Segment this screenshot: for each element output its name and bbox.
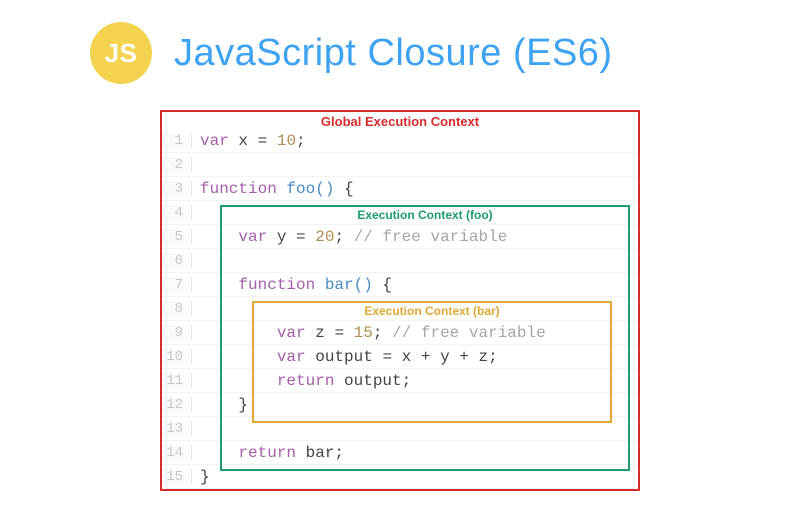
code-line: 15 } (162, 465, 638, 489)
code-line: 3 function foo() { (162, 177, 638, 201)
parens: () (315, 180, 334, 198)
line-number: 10 (162, 349, 192, 365)
brace: { (334, 180, 353, 198)
line-number: 2 (162, 157, 192, 173)
line-number: 9 (162, 325, 192, 341)
brace: } (200, 468, 210, 486)
line-number: 6 (162, 253, 192, 269)
keyword-var: var (277, 324, 306, 342)
identifier: z (315, 324, 325, 342)
code-line: 5 var y = 20; // free variable (162, 225, 638, 249)
js-badge-icon: JS (90, 22, 152, 84)
keyword-var: var (238, 228, 267, 246)
brace: { (373, 276, 392, 294)
code-line: 4 (162, 201, 638, 225)
line-number: 4 (162, 205, 192, 221)
code-line: 13 (162, 417, 638, 441)
line-number: 12 (162, 397, 192, 413)
brace: } (238, 396, 248, 414)
line-number: 5 (162, 229, 192, 245)
function-name: foo (277, 180, 315, 198)
code-line: 8 (162, 297, 638, 321)
code-line: 10 var output = x + y + z; (162, 345, 638, 369)
line-number: 8 (162, 301, 192, 317)
semicolon: ; (488, 348, 498, 366)
line-number: 7 (162, 277, 192, 293)
expression: x + y + z (402, 348, 488, 366)
code-line: 14 return bar; (162, 441, 638, 465)
identifier: x (238, 132, 248, 150)
line-number: 15 (162, 469, 192, 485)
line-number: 11 (162, 373, 192, 389)
number-literal: 15 (354, 324, 373, 342)
identifier: output (334, 372, 401, 390)
operator: = (248, 132, 277, 150)
keyword-var: var (200, 132, 229, 150)
line-number: 1 (162, 133, 192, 149)
semicolon: ; (402, 372, 412, 390)
semicolon: ; (334, 444, 344, 462)
identifier: bar (296, 444, 334, 462)
operator: = (373, 348, 402, 366)
code-line: 12 } (162, 393, 638, 417)
code-line: 9 var z = 15; // free variable (162, 321, 638, 345)
code-area: 1 var x = 10; 2 3 function foo() { 4 5 v… (162, 129, 638, 489)
keyword-return: return (277, 372, 335, 390)
header: JS JavaScript Closure (ES6) (0, 0, 800, 94)
line-number: 3 (162, 181, 192, 197)
page-title: JavaScript Closure (ES6) (174, 32, 613, 75)
line-number: 13 (162, 421, 192, 437)
keyword-var: var (277, 348, 306, 366)
operator: = (325, 324, 354, 342)
code-line: 6 (162, 249, 638, 273)
identifier: y (277, 228, 287, 246)
operator: = (286, 228, 315, 246)
identifier: output (315, 348, 373, 366)
comment: // free variable (344, 228, 507, 246)
code-line: 1 var x = 10; (162, 129, 638, 153)
keyword-function: function (238, 276, 315, 294)
code-line: 2 (162, 153, 638, 177)
comment: // free variable (382, 324, 545, 342)
code-line: 11 return output; (162, 369, 638, 393)
number-literal: 20 (315, 228, 334, 246)
code-line: 7 function bar() { (162, 273, 638, 297)
function-name: bar (315, 276, 353, 294)
semicolon: ; (296, 132, 306, 150)
global-context-label: Global Execution Context (162, 114, 638, 129)
keyword-return: return (238, 444, 296, 462)
keyword-function: function (200, 180, 277, 198)
code-editor: Global Execution Context 1 var x = 10; 2… (160, 110, 640, 491)
number-literal: 10 (277, 132, 296, 150)
semicolon: ; (334, 228, 344, 246)
line-number: 14 (162, 445, 192, 461)
parens: () (354, 276, 373, 294)
